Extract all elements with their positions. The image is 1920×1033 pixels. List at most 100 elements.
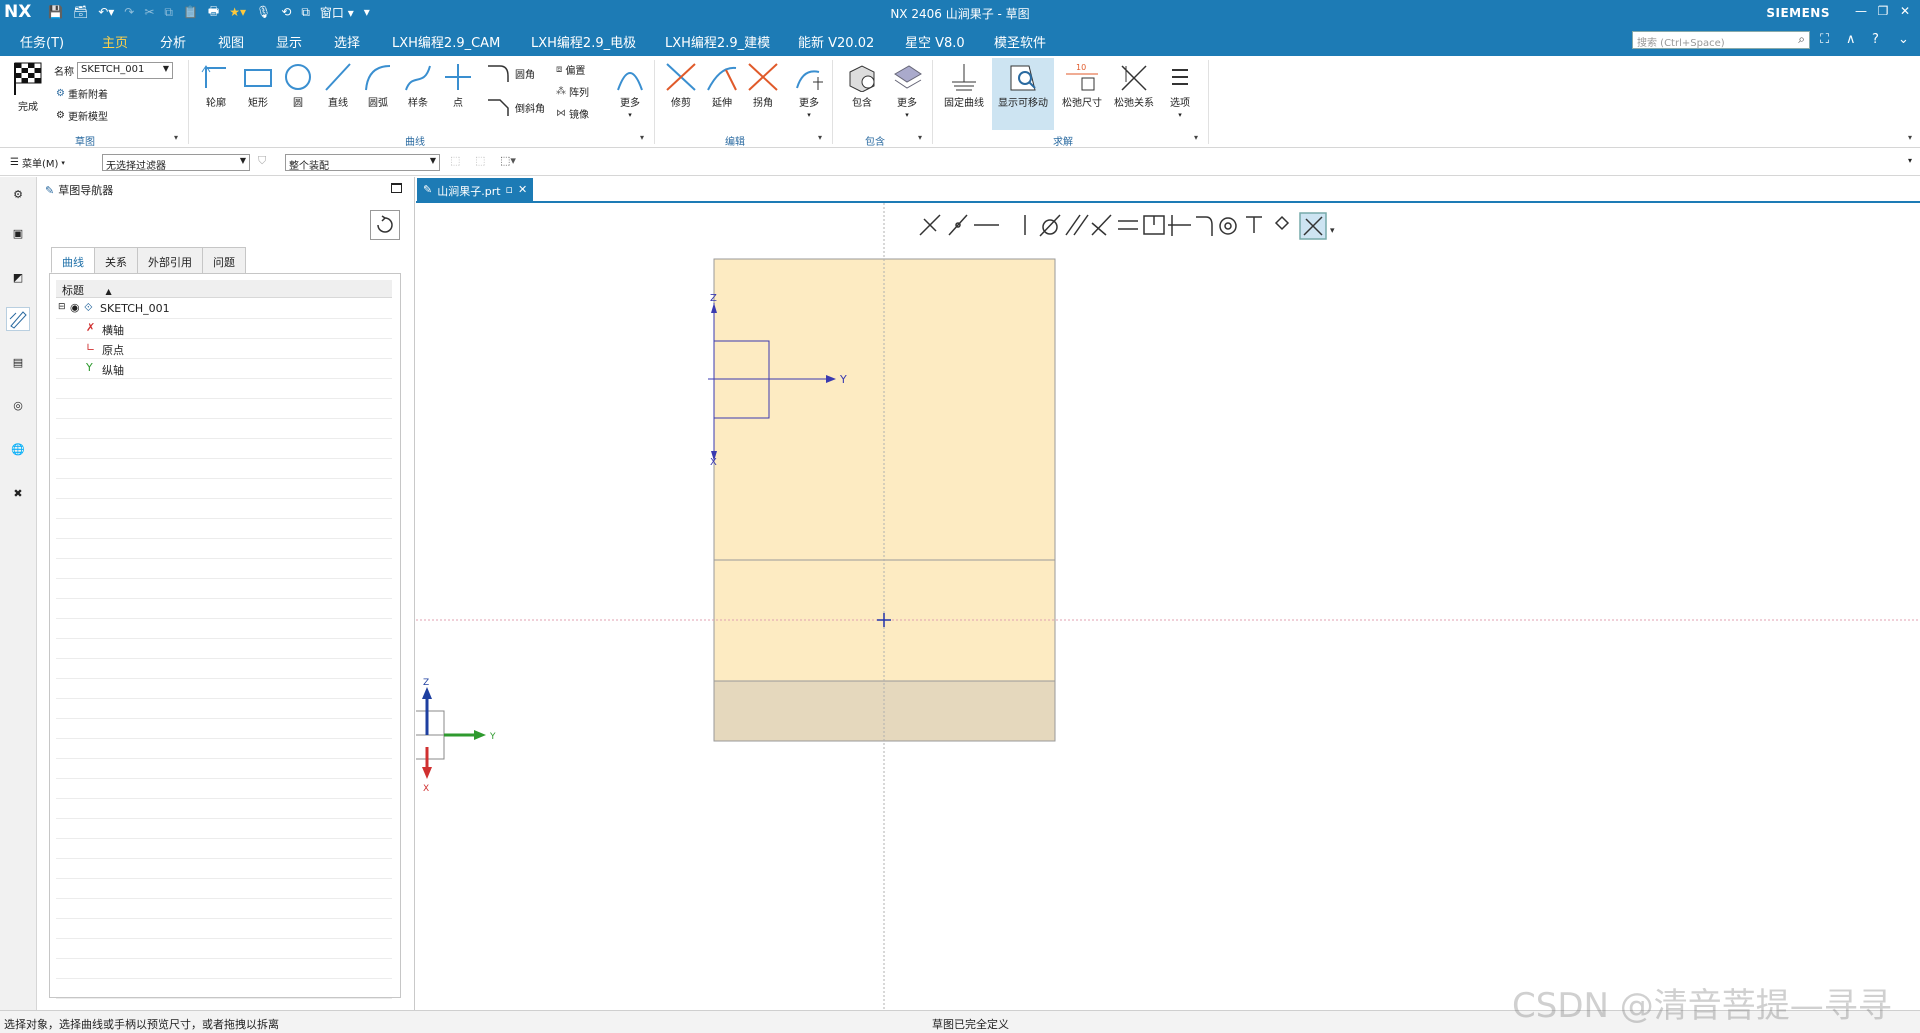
graphics-window[interactable]: ▾ Y Z X Z Y X [416, 203, 1920, 1010]
reattach-button[interactable]: ⚙ 重新附着 [56, 86, 108, 101]
tools-icon[interactable]: ✖ [6, 481, 30, 505]
corner-button[interactable]: 拐角 [744, 62, 782, 109]
search-icon[interactable]: ⌕ [1798, 32, 1805, 47]
fix-curve-button[interactable]: 固定曲线 [940, 62, 988, 109]
edit-group-expand-icon[interactable]: ▾ [818, 133, 822, 142]
auto-dimension-icon[interactable] [1274, 215, 1290, 231]
tree-row-origin[interactable]: ∟ 原点 [56, 339, 392, 359]
solve-options-button[interactable]: 选项 ▾ [1162, 62, 1198, 120]
type-filter-combo[interactable]: 无选择过滤器 ▼ [102, 154, 250, 172]
web-browser-icon[interactable]: 🌐 [6, 437, 30, 461]
refresh-button[interactable] [370, 210, 400, 240]
document-tab[interactable]: ✎ 山涧果子.prt ▫ ✕ [417, 178, 534, 202]
ribbon-expand-icon[interactable]: ▾ [1908, 133, 1912, 142]
snap-point-icon[interactable]: ⬚▾ [500, 154, 516, 167]
tangent-icon[interactable] [1039, 214, 1061, 237]
close-icon[interactable]: ✕ [1896, 4, 1914, 18]
ribbon-options-icon[interactable]: ⌄ [1898, 32, 1909, 47]
curve-more-button[interactable]: 更多 ▾ [612, 62, 648, 120]
tab-moldsaint[interactable]: 模圣软件 [994, 32, 1046, 51]
part-navigator-icon[interactable]: ▣ [6, 221, 30, 245]
selbar-expand-icon[interactable]: ▾ [1908, 156, 1912, 165]
sketch-group-expand-icon[interactable]: ▾ [174, 133, 178, 142]
tree-row-sketch[interactable]: ⊟ ◉ ⟐ SKETCH_001 [56, 299, 392, 319]
tab-select[interactable]: 选择 [334, 32, 360, 51]
parallel-icon[interactable] [1065, 214, 1089, 236]
finish-sketch-button[interactable]: 完成 [8, 60, 48, 113]
sketch-navigator-icon[interactable] [6, 307, 30, 331]
tab-lxh-electrode[interactable]: LXH编程2.9_电极 [531, 32, 636, 51]
deselect-icon[interactable]: ⬚ [475, 154, 485, 167]
include-button[interactable]: 包含 [840, 62, 884, 109]
tab-view[interactable]: 视图 [218, 32, 244, 51]
tab-task[interactable]: 任务(T) [20, 32, 64, 51]
fillet-button[interactable]: 圆角 [486, 64, 535, 82]
select-all-icon[interactable]: ⬚ [450, 154, 460, 167]
fixed-icon[interactable] [1246, 216, 1262, 233]
show-movable-button[interactable]: 显示可移动 [992, 58, 1054, 130]
settings-gear-icon[interactable]: ⚙ [6, 182, 30, 206]
history-icon[interactable]: ◎ [6, 393, 30, 417]
curve-group-expand-icon[interactable]: ▾ [640, 133, 644, 142]
relax-relations-button[interactable]: 松弛关系 [1110, 62, 1158, 109]
concentric-icon[interactable] [1219, 217, 1237, 235]
include-group-expand-icon[interactable]: ▾ [918, 133, 922, 142]
arc-button[interactable]: 圆弧 [360, 62, 396, 109]
midpoint-icon[interactable] [1143, 215, 1165, 235]
update-model-button[interactable]: ⚙ 更新模型 [56, 108, 108, 123]
tab-issues[interactable]: 问题 [202, 247, 246, 273]
point-button[interactable]: 点 [440, 62, 476, 109]
rectangle-button[interactable]: 矩形 [240, 62, 276, 109]
close-tab-icon[interactable]: ✕ [518, 183, 527, 196]
mirror-button[interactable]: ⋈ 镜像 [556, 106, 589, 121]
collinear-icon[interactable] [1168, 215, 1191, 236]
tab-xingkong[interactable]: 星空 V8.0 [905, 32, 965, 51]
equal-length-icon[interactable] [1118, 220, 1138, 230]
continuous-constraint-icon[interactable] [1299, 212, 1327, 240]
column-header-title[interactable]: 标题 ▲ [56, 280, 392, 298]
filter-icon[interactable]: ⛉ [258, 154, 266, 168]
relax-dimensions-button[interactable]: 10 松弛尺寸 [1058, 62, 1106, 109]
tab-lxh-modeling[interactable]: LXH编程2.9_建模 [665, 32, 770, 51]
maximize-panel-icon[interactable] [391, 183, 402, 193]
tab-home[interactable]: 主页 [97, 32, 133, 58]
sketch-name-combo[interactable]: SKETCH_001 ▼ [77, 62, 173, 79]
help-icon[interactable]: ? [1872, 32, 1879, 47]
offset-button[interactable]: ⧈ 偏置 [556, 62, 585, 77]
tree-row-vertical-axis[interactable]: Y 纵轴 [56, 359, 392, 379]
profile-button[interactable]: 轮廓 [198, 62, 234, 109]
line-button[interactable]: 直线 [320, 62, 356, 109]
chamfer-button[interactable]: 倒斜角 [486, 98, 545, 116]
fillet-constraint-icon[interactable] [1196, 216, 1213, 236]
visibility-eye-icon[interactable]: ◉ [70, 301, 80, 314]
point-on-curve-icon[interactable] [948, 214, 968, 236]
reuse-library-icon[interactable]: ▤ [6, 350, 30, 374]
trim-button[interactable]: 修剪 [662, 62, 700, 109]
constraint-more-icon[interactable]: ▾ [1330, 226, 1335, 236]
collapse-ribbon-icon[interactable]: ∧ [1846, 32, 1856, 47]
tab-relations[interactable]: 关系 [94, 247, 138, 273]
selection-scope-combo[interactable]: 整个装配 ▼ [285, 154, 440, 172]
tab-curves[interactable]: 曲线 [51, 247, 95, 273]
tab-nengxin[interactable]: 能新 V20.02 [798, 32, 874, 51]
assembly-navigator-icon[interactable]: ◩ [6, 265, 30, 289]
restore-icon[interactable]: ❐ [1874, 4, 1892, 18]
extend-button[interactable]: 延伸 [703, 62, 741, 109]
tab-display[interactable]: 显示 [276, 32, 302, 51]
tab-external-refs[interactable]: 外部引用 [137, 247, 203, 273]
graphics-canvas[interactable]: ▾ Y Z X Z Y X [416, 203, 1920, 1010]
include-more-button[interactable]: 更多 ▾ [888, 62, 926, 120]
tab-lxh-cam[interactable]: LXH编程2.9_CAM [392, 32, 500, 51]
main-menu-button[interactable]: ☰ 菜单(M) ▾ [10, 155, 65, 170]
spline-button[interactable]: 样条 [400, 62, 436, 109]
tree-row-horizontal-axis[interactable]: ✗ 横轴 [56, 319, 392, 339]
circle-button[interactable]: 圆 [280, 62, 316, 109]
edit-more-button[interactable]: 更多 ▾ [790, 62, 828, 120]
collapse-icon[interactable]: ⊟ [58, 302, 66, 312]
minimize-icon[interactable]: — [1852, 4, 1870, 18]
solve-group-expand-icon[interactable]: ▾ [1194, 133, 1198, 142]
coincident-icon[interactable] [919, 214, 941, 236]
fullscreen-icon[interactable]: ⛶ [1820, 32, 1829, 47]
perpendicular-icon[interactable] [1091, 214, 1112, 236]
tab-analysis[interactable]: 分析 [160, 32, 186, 51]
